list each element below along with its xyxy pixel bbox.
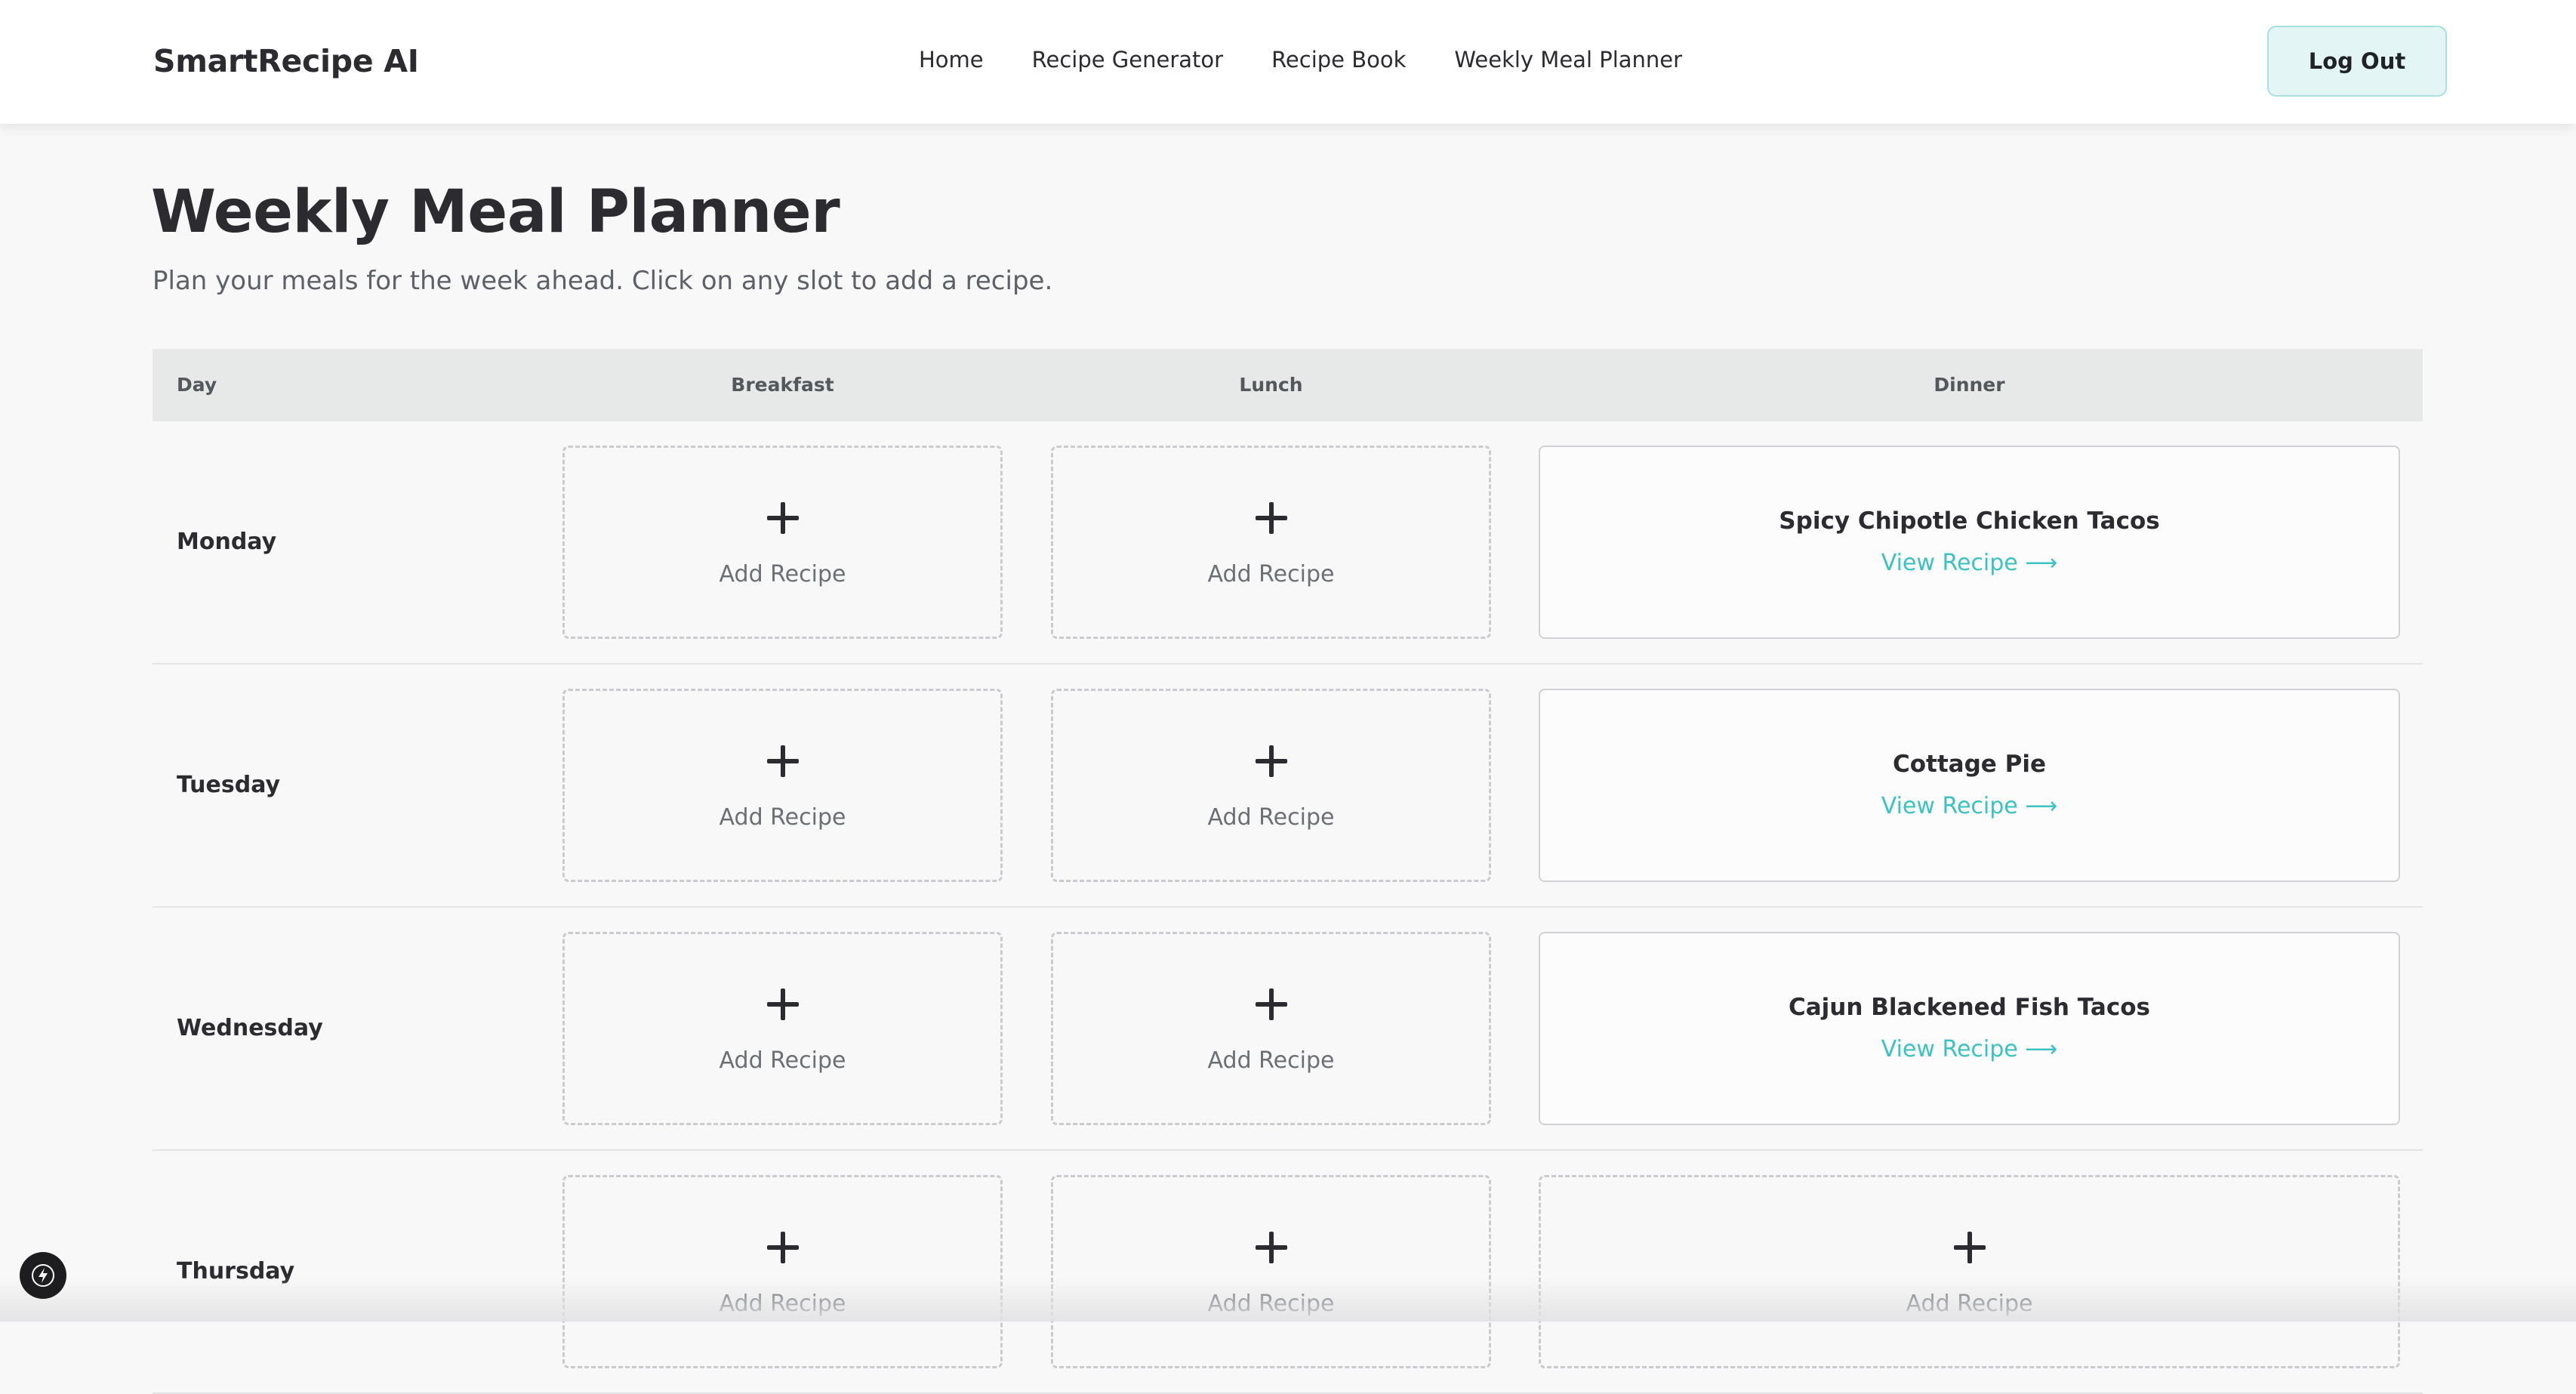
page-title: Weekly Meal Planner — [151, 178, 840, 246]
day-label: Monday — [177, 529, 277, 555]
table-body: Monday Add Recipe Add Recipe Spicy Chipotle… — [153, 421, 2423, 1394]
breakfast-add-slot[interactable]: Add Recipe — [562, 1175, 1003, 1368]
view-recipe-link[interactable]: View Recipe ⟶ — [1540, 793, 2399, 819]
lunch-add-slot[interactable]: Add Recipe — [1051, 932, 1491, 1125]
main-nav: Home Recipe Generator Recipe Book Weekly… — [919, 47, 1682, 72]
plus-icon — [1255, 1232, 1287, 1263]
plus-icon — [766, 988, 799, 1020]
dev-tools-button[interactable] — [20, 1252, 66, 1299]
plus-icon — [766, 1232, 799, 1263]
plus-icon — [766, 502, 799, 534]
lunch-add-slot[interactable]: Add Recipe — [1051, 446, 1491, 639]
dinner-add-slot[interactable]: Add Recipe — [1539, 1175, 2400, 1368]
plus-icon — [1255, 745, 1287, 777]
add-recipe-label: Add Recipe — [719, 561, 846, 588]
recipe-name: Cajun Blackened Fish Tacos — [1789, 994, 2150, 1021]
table-row-wednesday: Wednesday Add Recipe Add Recipe Cajun Black… — [153, 908, 2423, 1151]
breakfast-add-slot[interactable]: Add Recipe — [562, 932, 1003, 1125]
plus-icon — [1255, 502, 1287, 534]
column-header-dinner: Dinner — [1934, 374, 2005, 396]
column-header-lunch: Lunch — [1239, 374, 1303, 396]
add-recipe-label: Add Recipe — [719, 1047, 846, 1074]
table-row-thursday: ThursdayAdd RecipeAdd RecipeAdd Recipe — [153, 1151, 2423, 1394]
table-header: Day Breakfast Lunch Dinner — [153, 349, 2423, 421]
nav-home[interactable]: Home — [919, 47, 984, 72]
plus-icon — [1255, 988, 1287, 1020]
dinner-recipe-card[interactable]: Cajun Blackened Fish Tacos View Recipe ⟶ — [1539, 932, 2400, 1125]
table-row-tuesday: Tuesday Add Recipe Add Recipe Cottage Pie Vi… — [153, 665, 2423, 908]
recipe-name: Spicy Chipotle Chicken Tacos — [1779, 507, 2160, 535]
column-header-day: Day — [177, 374, 217, 396]
view-recipe-link[interactable]: View Recipe ⟶ — [1540, 1036, 2399, 1062]
nav-recipe-generator[interactable]: Recipe Generator — [1032, 47, 1223, 72]
breakfast-add-slot[interactable]: Add Recipe — [562, 446, 1003, 639]
add-recipe-label: Add Recipe — [719, 804, 846, 831]
day-label: Wednesday — [177, 1015, 323, 1041]
meal-planner-table: Day Breakfast Lunch Dinner Monday Add Rec… — [153, 349, 2423, 1394]
view-recipe-link[interactable]: View Recipe ⟶ — [1540, 550, 2399, 576]
bottom-fade — [0, 1276, 2576, 1322]
logout-button[interactable]: Log Out — [2267, 26, 2447, 97]
nav-weekly-meal-planner[interactable]: Weekly Meal Planner — [1454, 47, 1682, 72]
plus-icon — [766, 745, 799, 777]
add-recipe-label: Add Recipe — [1207, 804, 1335, 831]
add-recipe-label: Add Recipe — [1207, 1047, 1335, 1074]
page-subtitle: Plan your meals for the week ahead. Clic… — [153, 266, 1053, 296]
lightning-icon — [32, 1264, 54, 1287]
lunch-add-slot[interactable]: Add Recipe — [1051, 689, 1491, 882]
lunch-add-slot[interactable]: Add Recipe — [1051, 1175, 1491, 1368]
add-recipe-label: Add Recipe — [1207, 561, 1335, 588]
column-header-breakfast: Breakfast — [731, 374, 834, 396]
top-navbar: SmartRecipe AI Home Recipe Generator Rec… — [0, 0, 2576, 124]
day-label: Thursday — [177, 1258, 295, 1285]
plus-icon — [1953, 1232, 1986, 1263]
brand-logo[interactable]: SmartRecipe AI — [153, 43, 419, 79]
table-row-monday: Monday Add Recipe Add Recipe Spicy Chipotle… — [153, 421, 2423, 665]
dinner-recipe-card[interactable]: Cottage Pie View Recipe ⟶ — [1539, 689, 2400, 882]
day-label: Tuesday — [177, 772, 281, 798]
nav-recipe-book[interactable]: Recipe Book — [1271, 47, 1406, 72]
recipe-name: Cottage Pie — [1893, 751, 2046, 778]
breakfast-add-slot[interactable]: Add Recipe — [562, 689, 1003, 882]
dinner-recipe-card[interactable]: Spicy Chipotle Chicken Tacos View Recipe … — [1539, 446, 2400, 639]
